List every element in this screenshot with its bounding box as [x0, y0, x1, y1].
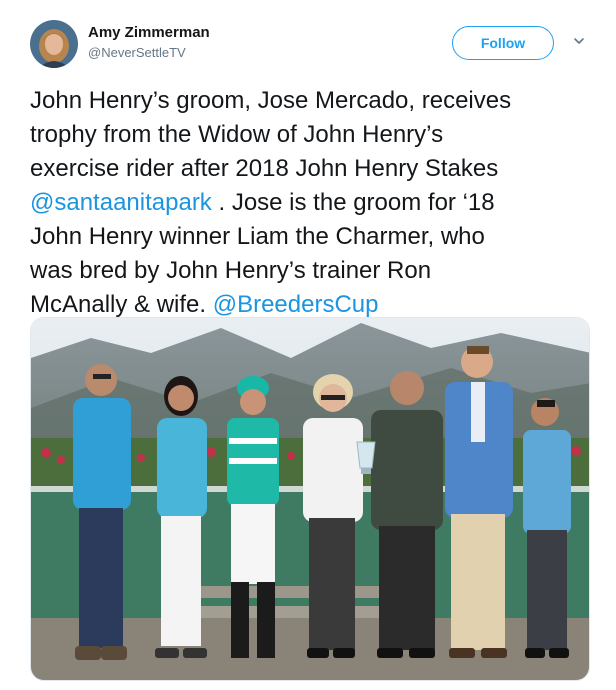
- person-figure: [371, 371, 443, 658]
- group-photo-image: [31, 318, 589, 680]
- tweet-line: @santaanitapark . Jose is the groom for …: [30, 186, 590, 220]
- tweet-line: was bred by John Henry’s trainer Ron: [30, 254, 590, 288]
- display-name[interactable]: Amy Zimmerman: [88, 24, 210, 41]
- avatar[interactable]: [30, 20, 78, 68]
- chevron-down-icon[interactable]: [572, 34, 586, 48]
- tweet-line: exercise rider after 2018 John Henry Sta…: [30, 152, 590, 186]
- tweet-line-text: John Henry winner Liam the Charmer, who: [30, 223, 485, 250]
- mention-link-santaanitapark[interactable]: @santaanitapark: [30, 189, 212, 216]
- tweet-line-text: exercise rider after 2018 John Henry Sta…: [30, 155, 499, 182]
- tweet-line-text: . Jose is the groom for ‘18: [211, 189, 495, 216]
- person-figure: [523, 398, 571, 658]
- tweet-text: John Henry’s groom, Jose Mercado, receiv…: [30, 84, 590, 322]
- follow-button[interactable]: Follow: [452, 26, 554, 60]
- tweet-line: John Henry’s groom, Jose Mercado, receiv…: [30, 84, 590, 118]
- mention-link-breederscup[interactable]: @BreedersCup: [213, 291, 379, 318]
- tweet-line-text: trophy from the Widow of John Henry’s: [30, 121, 444, 148]
- user-handle[interactable]: @NeverSettleTV: [88, 45, 186, 60]
- tweet-header: Amy Zimmerman @NeverSettleTV Follow: [0, 0, 616, 80]
- profile-photo-icon: [30, 20, 78, 68]
- tweet-photo[interactable]: [30, 317, 590, 681]
- person-figure: [445, 346, 513, 658]
- tweet-line-text: McAnally & wife.: [30, 291, 213, 318]
- tweet-line-text: was bred by John Henry’s trainer Ron: [30, 257, 432, 284]
- person-figure: [73, 364, 131, 660]
- tweet-line-text: John Henry’s groom, Jose Mercado, receiv…: [30, 87, 512, 114]
- tweet-line: John Henry winner Liam the Charmer, who: [30, 220, 590, 254]
- tweet-line: trophy from the Widow of John Henry’s: [30, 118, 590, 152]
